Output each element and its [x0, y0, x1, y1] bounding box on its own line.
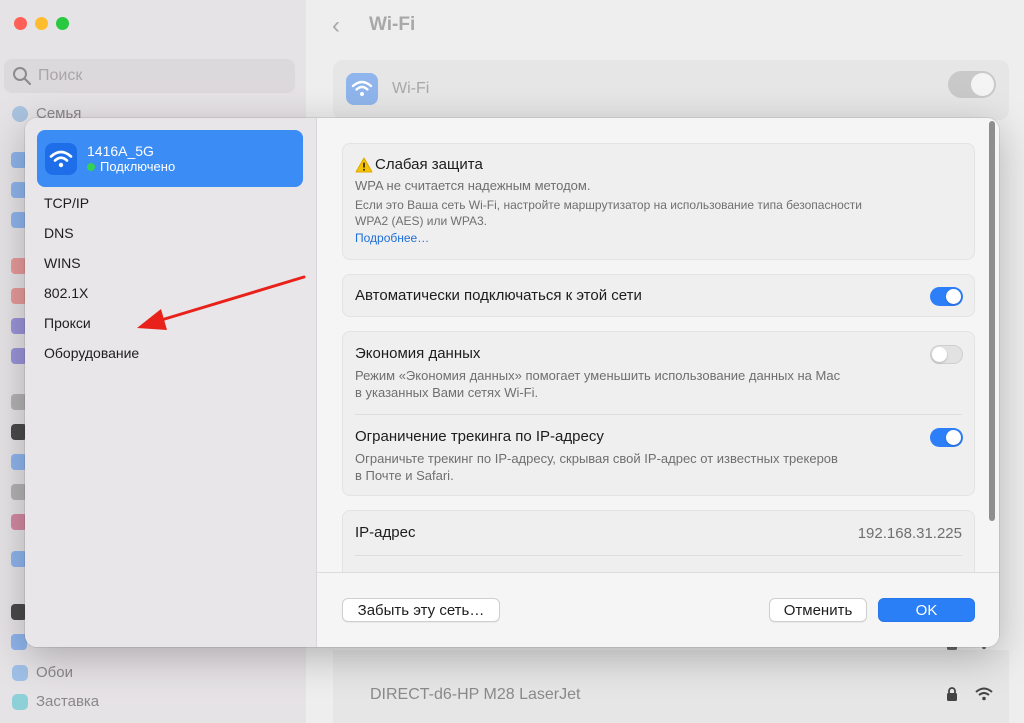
- zoom-window-button[interactable]: [56, 17, 69, 30]
- auto-join-card: Автоматически подключаться к этой сети: [342, 274, 975, 317]
- wifi-signal-icon: [974, 687, 994, 704]
- sidebar-item-wins[interactable]: WINS: [44, 255, 81, 271]
- connected-status-dot: [87, 162, 95, 171]
- window-controls: [14, 17, 69, 30]
- sidebar-item-proxies[interactable]: Прокси: [44, 315, 91, 331]
- screensaver-icon: [12, 693, 28, 710]
- sidebar-item-network[interactable]: 1416A_5G Подключено: [37, 130, 303, 187]
- sidebar-item-label: Обои: [36, 664, 73, 681]
- warning-line-1: WPA не считается надежным методом.: [355, 178, 591, 193]
- privacy-options-card: Экономия данных Режим «Экономия данных» …: [342, 331, 975, 496]
- sidebar-item-tcpip[interactable]: TCP/IP: [44, 195, 89, 211]
- sidebar-item-label: Заставка: [36, 693, 100, 710]
- dialog-content: Слабая защита WPA не считается надежным …: [317, 118, 999, 572]
- ip-address-label: IP-адрес: [355, 524, 416, 541]
- sidebar-item-hardware[interactable]: Оборудование: [44, 345, 139, 361]
- auto-join-label: Автоматически подключаться к этой сети: [355, 287, 642, 304]
- low-data-desc-2: в указанных Вами сетях Wi-Fi.: [355, 385, 539, 400]
- ok-button[interactable]: OK: [878, 598, 975, 622]
- row-divider: [355, 414, 962, 415]
- auto-join-toggle[interactable]: [930, 287, 963, 306]
- content-scrollbar[interactable]: [989, 121, 995, 521]
- limit-tracking-label: Ограничение трекинга по IP-адресу: [355, 428, 604, 445]
- learn-more-link[interactable]: Подробнее…: [355, 231, 962, 245]
- wifi-icon: [346, 73, 378, 105]
- low-data-toggle[interactable]: [930, 345, 963, 364]
- minimize-window-button[interactable]: [35, 17, 48, 30]
- warning-icon: [355, 157, 373, 172]
- network-details-dialog: 1416A_5G Подключено TCP/IP DNS WINS 802.…: [25, 118, 999, 647]
- dialog-footer: Забыть эту сеть… Отменить OK: [317, 572, 999, 647]
- limit-tracking-desc-2: в Почте и Safari.: [355, 468, 454, 483]
- wifi-master-toggle[interactable]: [948, 71, 996, 98]
- wifi-master-card: [333, 60, 1009, 120]
- row-divider: [355, 555, 962, 556]
- lock-icon: [946, 687, 958, 704]
- weak-security-card: Слабая защита WPA не считается надежным …: [342, 143, 975, 260]
- close-window-button[interactable]: [14, 17, 27, 30]
- cancel-button[interactable]: Отменить: [769, 598, 867, 622]
- ip-address-card: IP-адрес 192.168.31.225: [342, 510, 975, 572]
- limit-tracking-toggle[interactable]: [930, 428, 963, 447]
- sidebar-item-8021x[interactable]: 802.1X: [44, 285, 88, 301]
- sidebar-item-screensaver[interactable]: Заставка: [12, 693, 99, 710]
- low-data-label: Экономия данных: [355, 345, 481, 362]
- warning-header: Слабая защита: [355, 156, 962, 173]
- search-icon: [13, 67, 32, 86]
- sidebar-item-wallpaper[interactable]: Обои: [12, 664, 73, 681]
- ip-address-value: 192.168.31.225: [857, 525, 962, 542]
- warning-title: Слабая защита: [375, 156, 483, 173]
- sidebar-search-field[interactable]: Поиск: [4, 59, 295, 93]
- wallpaper-icon: [12, 664, 28, 681]
- wifi-icon: [45, 142, 77, 175]
- back-button[interactable]: ‹: [332, 12, 340, 40]
- connection-status: Подключено: [87, 159, 175, 174]
- network-row-direct-hp[interactable]: DIRECT-d6-HP M28 LaserJet: [370, 686, 580, 704]
- low-data-desc-1: Режим «Экономия данных» помогает уменьши…: [355, 368, 841, 383]
- wifi-master-label: Wi-Fi: [392, 80, 430, 97]
- dialog-sidebar: 1416A_5G Подключено TCP/IP DNS WINS 802.…: [25, 118, 317, 647]
- warning-line-2: Если это Ваша сеть Wi-Fi, настройте марш…: [355, 198, 862, 212]
- page-title: Wi-Fi: [369, 14, 416, 35]
- search-placeholder: Поиск: [38, 67, 83, 84]
- sidebar-item-dns[interactable]: DNS: [44, 225, 74, 241]
- network-name: 1416A_5G: [87, 143, 154, 159]
- warning-line-3: WPA2 (AES) или WPA3.: [355, 214, 487, 228]
- limit-tracking-desc-1: Ограничьте трекинг по IP-адресу, скрывая…: [355, 451, 838, 466]
- forget-network-button[interactable]: Забыть эту сеть…: [342, 598, 500, 622]
- connection-status-label: Подключено: [100, 159, 176, 174]
